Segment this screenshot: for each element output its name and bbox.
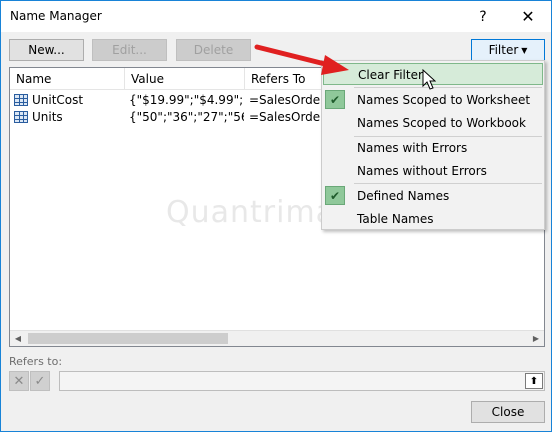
red-arrow-icon: [254, 44, 349, 75]
window-title: Name Manager: [10, 9, 102, 23]
menu-item-names-scoped-to-worksheet[interactable]: ✔ Names Scoped to Worksheet: [323, 89, 543, 111]
menu-separator: [354, 87, 542, 88]
column-header-value[interactable]: Value: [125, 68, 245, 90]
checkmark-icon: ✔: [325, 90, 345, 109]
menu-separator: [354, 183, 542, 184]
refers-to-label: Refers to:: [9, 355, 63, 368]
edit-button[interactable]: Edit...: [92, 39, 167, 61]
table-icon: [14, 111, 28, 123]
menu-item-label: Names Scoped to Worksheet: [357, 93, 531, 107]
help-button[interactable]: ?: [461, 1, 505, 32]
row-value: {"$19.99";"$4.99";"$...: [129, 93, 244, 107]
close-window-button[interactable]: ✕: [506, 1, 550, 32]
filter-button[interactable]: Filter ▼: [471, 39, 545, 61]
horizontal-scrollbar[interactable]: ◀ ▶: [10, 330, 544, 346]
row-name: Units: [32, 110, 63, 124]
menu-item-label: Defined Names: [357, 189, 450, 203]
scroll-left-icon[interactable]: ◀: [10, 331, 26, 346]
cancel-edit-icon[interactable]: ✕: [9, 371, 29, 391]
row-value: {"50";"36";"27";"56";"...: [129, 110, 244, 124]
menu-item-names-with-errors[interactable]: Names with Errors: [323, 137, 543, 159]
menu-item-label: Names with Errors: [357, 141, 468, 155]
delete-button[interactable]: Delete: [176, 39, 251, 61]
menu-item-label: Table Names: [357, 212, 434, 226]
menu-item-defined-names[interactable]: ✔ Defined Names: [323, 185, 543, 207]
collapse-dialog-icon[interactable]: ⬆: [525, 373, 543, 389]
dropdown-arrow-icon: ▼: [521, 45, 528, 55]
menu-item-table-names[interactable]: Table Names: [323, 208, 543, 230]
new-button-label: New...: [28, 43, 65, 57]
filter-button-label: Filter: [488, 43, 519, 57]
scrollbar-thumb[interactable]: [28, 333, 228, 344]
confirm-edit-icon[interactable]: ✓: [30, 371, 50, 391]
name-manager-dialog: Name Manager ? ✕ New... Edit... Delete F…: [0, 0, 552, 432]
new-button[interactable]: New...: [9, 39, 84, 61]
row-name: UnitCost: [32, 93, 84, 107]
mouse-pointer-icon: [422, 69, 436, 90]
menu-item-label: Clear Filter: [358, 68, 423, 82]
menu-item-names-without-errors[interactable]: Names without Errors: [323, 160, 543, 182]
close-button[interactable]: Close: [471, 401, 545, 423]
menu-item-label: Names Scoped to Workbook: [357, 116, 526, 130]
checkmark-icon: ✔: [325, 186, 345, 205]
column-header-name[interactable]: Name: [10, 68, 125, 90]
scroll-right-icon[interactable]: ▶: [528, 331, 544, 346]
refers-to-input[interactable]: ⬆: [59, 371, 545, 391]
table-icon: [14, 94, 28, 106]
title-bar[interactable]: Name Manager ? ✕: [1, 1, 551, 32]
menu-item-names-scoped-to-workbook[interactable]: Names Scoped to Workbook: [323, 112, 543, 134]
menu-item-label: Names without Errors: [357, 164, 487, 178]
